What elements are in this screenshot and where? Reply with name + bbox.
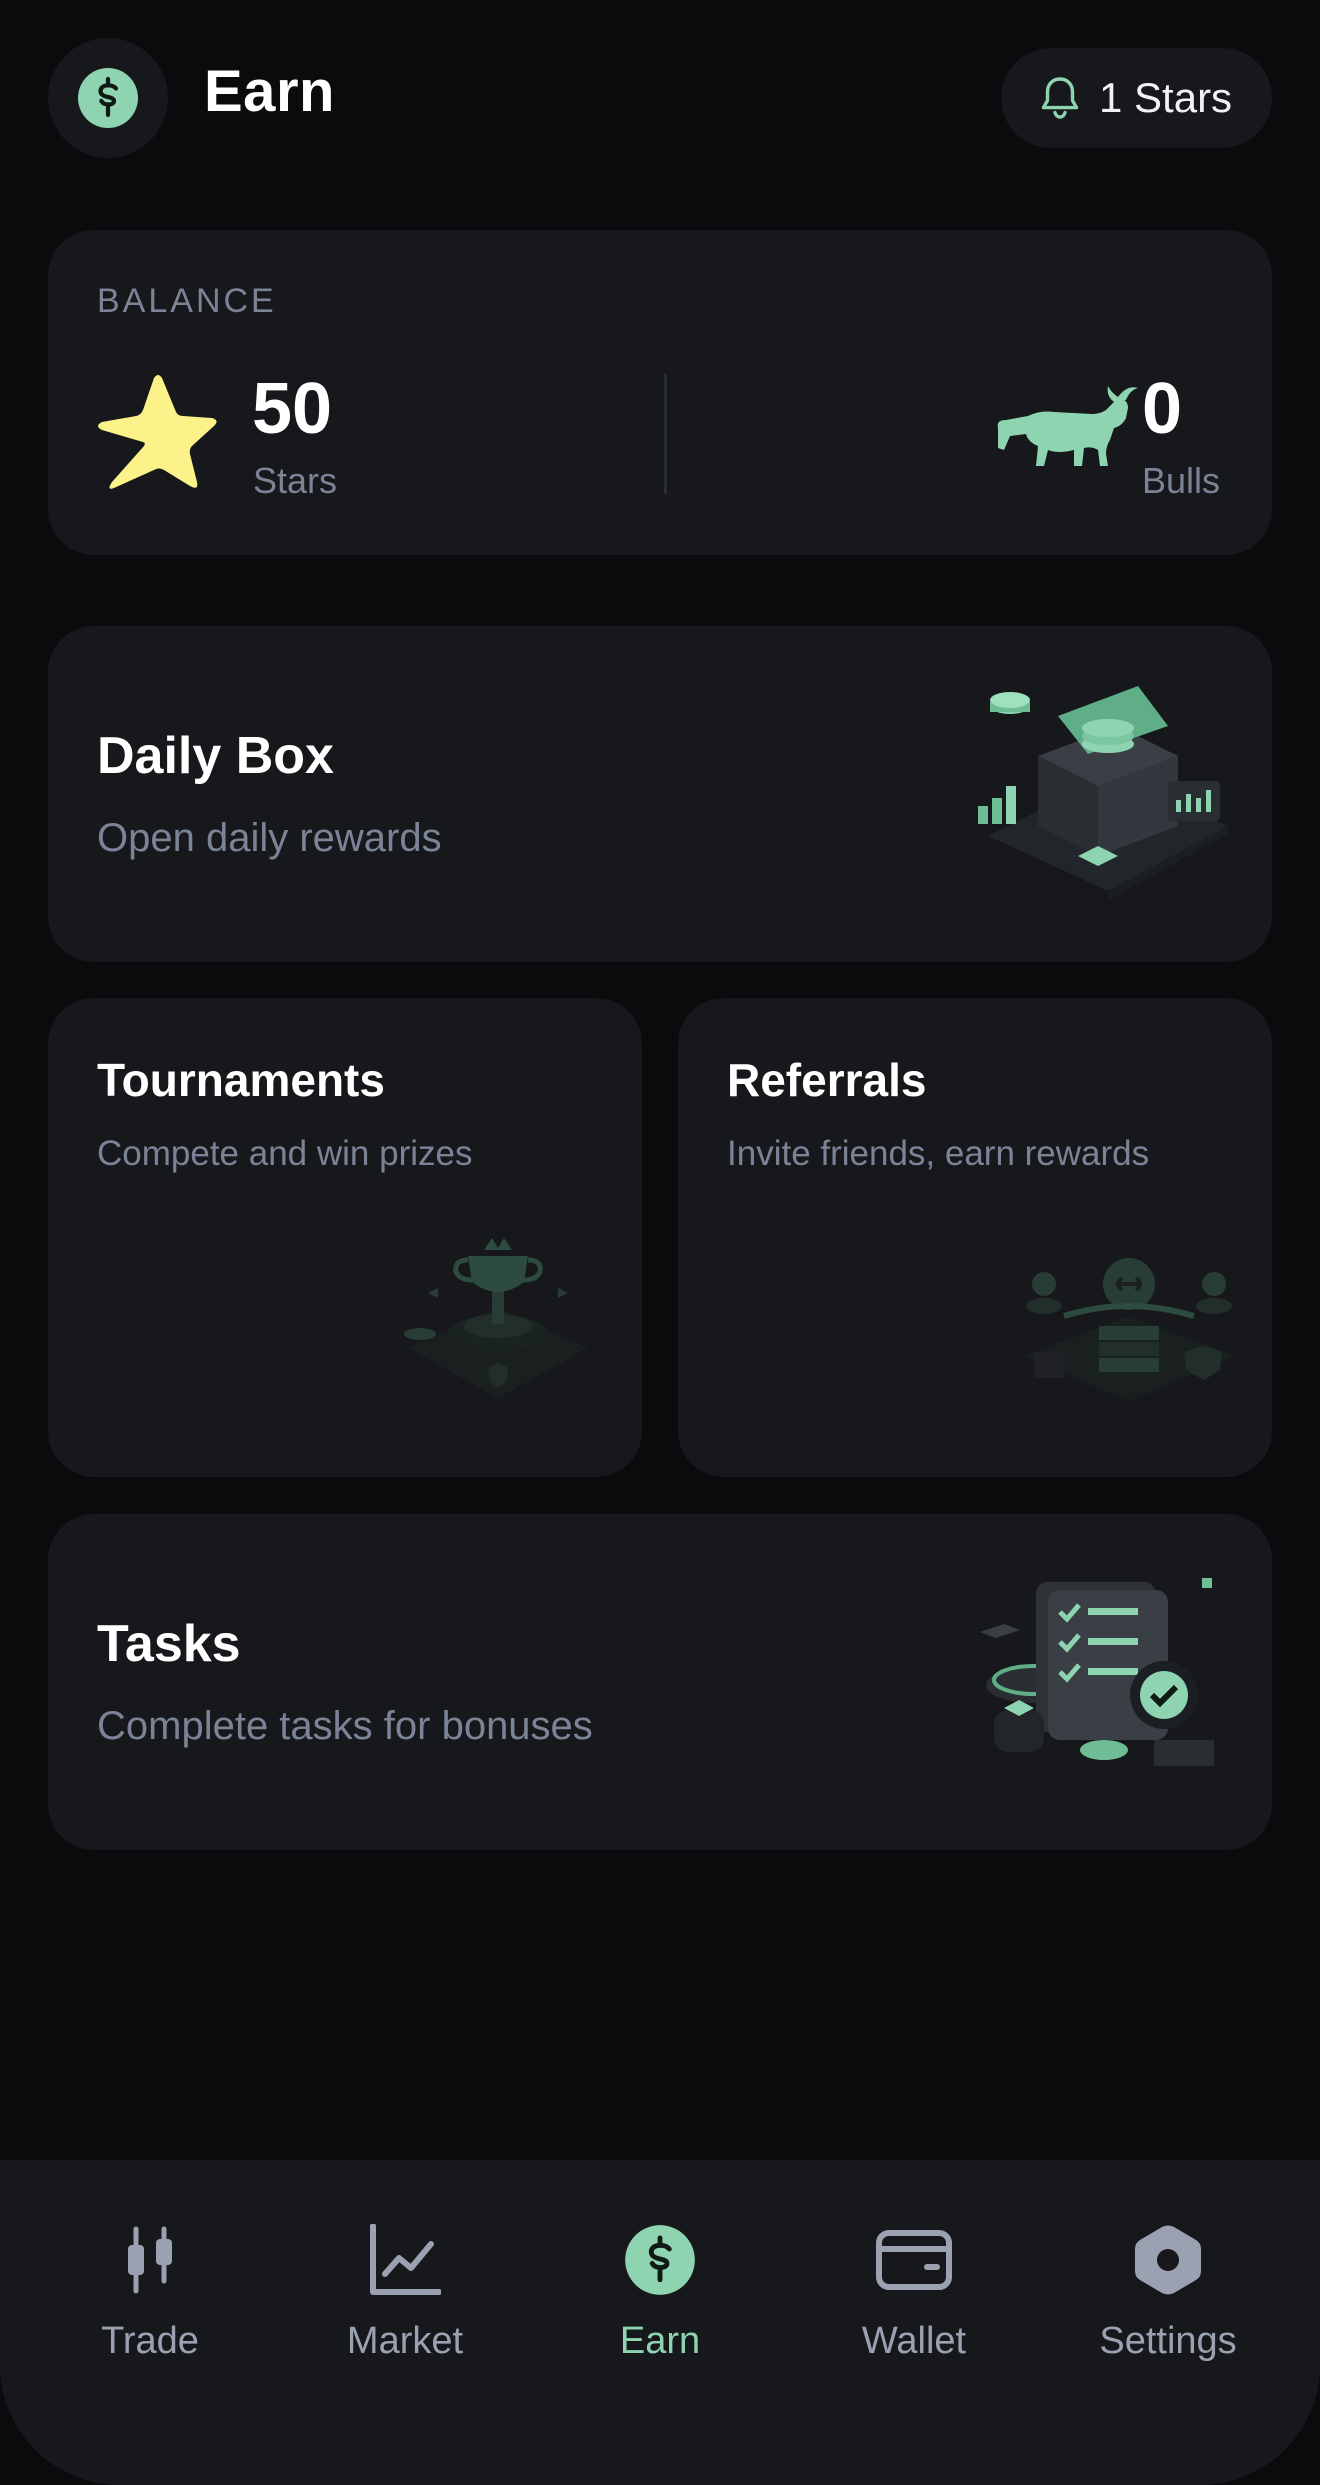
referrals-card[interactable]: Referrals Invite friends, earn rewards — [678, 998, 1272, 1477]
nav-label-trade: Trade — [101, 2320, 199, 2362]
tournaments-title: Tournaments — [97, 1054, 385, 1106]
task-checklist-icon — [980, 1578, 1214, 1766]
bottom-navigation: Trade Market Earn Wallet Settings — [0, 2160, 1320, 2485]
stars-balance-unit: Stars — [253, 460, 338, 501]
stars-balance-value: 50 — [252, 369, 333, 449]
referral-network-icon — [1024, 1258, 1234, 1401]
referrals-subtitle: Invite friends, earn rewards — [727, 1134, 1150, 1173]
daily-box-card[interactable]: Daily Box Open daily rewards — [48, 626, 1272, 962]
tournaments-card[interactable]: Tournaments Compete and win prizes — [48, 998, 642, 1477]
dollar-coin-icon — [78, 68, 138, 128]
dollar-coin-icon — [620, 2220, 700, 2300]
bulls-balance-value: 0 — [1142, 369, 1183, 449]
nav-trade[interactable]: Trade — [50, 2220, 250, 2380]
daily-box-subtitle: Open daily rewards — [97, 816, 442, 860]
trophy-icon — [404, 1238, 588, 1398]
tournaments-subtitle: Compete and win prizes — [97, 1134, 473, 1173]
page-title: Earn — [204, 59, 335, 124]
daily-box-title: Daily Box — [97, 727, 334, 785]
stars-notification-pill[interactable]: 1 Stars — [1001, 48, 1272, 148]
star-icon — [98, 375, 217, 489]
candlestick-icon — [110, 2220, 190, 2300]
bull-icon — [997, 386, 1138, 466]
balance-label: BALANCE — [97, 282, 277, 320]
nav-label-earn: Earn — [619, 2320, 701, 2362]
tasks-title: Tasks — [97, 1615, 241, 1673]
stars-pill-label: 1 Stars — [1099, 74, 1233, 121]
bell-icon — [1037, 73, 1083, 123]
earn-logo — [48, 38, 168, 158]
wallet-icon — [874, 2220, 954, 2300]
nav-label-market: Market — [346, 2320, 464, 2362]
tasks-card[interactable]: Tasks Complete tasks for bonuses — [48, 1514, 1272, 1850]
referrals-title: Referrals — [727, 1054, 927, 1106]
nav-label-settings: Settings — [1099, 2320, 1237, 2362]
nav-earn[interactable]: Earn — [560, 2220, 760, 2380]
top-header: Earn 1 Stars — [0, 0, 1320, 200]
balance-divider — [664, 374, 667, 494]
balance-card: BALANCE 50 Stars 0 Bulls — [48, 230, 1272, 555]
nav-settings[interactable]: Settings — [1068, 2220, 1268, 2380]
treasure-box-icon — [978, 686, 1228, 900]
nav-label-wallet: Wallet — [861, 2320, 967, 2362]
hexagon-settings-icon — [1128, 2220, 1208, 2300]
nav-market[interactable]: Market — [305, 2220, 505, 2380]
line-chart-icon — [365, 2220, 445, 2300]
nav-wallet[interactable]: Wallet — [814, 2220, 1014, 2380]
bulls-balance-unit: Bulls — [1142, 460, 1221, 501]
tasks-subtitle: Complete tasks for bonuses — [97, 1704, 593, 1748]
